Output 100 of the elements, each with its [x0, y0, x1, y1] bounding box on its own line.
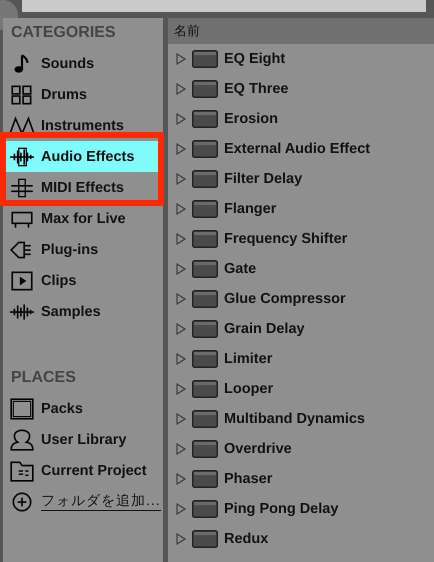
sidebar-item[interactable]: Samples [3, 296, 163, 327]
sidebar-item[interactable]: Drums [3, 79, 163, 110]
item-label: Instruments [41, 118, 124, 134]
device-icon [192, 350, 218, 368]
device-icon [192, 380, 218, 398]
device-icon [192, 440, 218, 458]
expand-icon[interactable] [176, 503, 186, 515]
list-row[interactable]: Ping Pong Delay [168, 494, 434, 524]
section-heading: PLACES [10, 368, 77, 388]
search-field[interactable] [22, 0, 426, 12]
list-row[interactable]: Erosion [168, 104, 434, 134]
folder-icon [9, 460, 35, 482]
item-label: Current Project [41, 462, 147, 478]
device-name: Ping Pong Delay [224, 501, 338, 517]
device-name: Grain Delay [224, 321, 305, 337]
sidebar-item[interactable]: Plug-ins [3, 234, 163, 265]
expand-icon[interactable] [176, 263, 186, 275]
device-icon [192, 80, 218, 98]
device-icon [192, 320, 218, 338]
list-row[interactable]: Overdrive [168, 434, 434, 464]
expand-icon[interactable] [176, 173, 186, 185]
device-icon [192, 530, 218, 548]
device-name: Erosion [224, 111, 278, 127]
expand-icon[interactable] [176, 203, 186, 215]
device-name: Gate [224, 261, 256, 277]
device-icon [192, 410, 218, 428]
device-name: Flanger [224, 201, 276, 217]
device-name: Looper [224, 381, 274, 397]
item-label: Clips [41, 272, 76, 288]
list-row[interactable]: Looper [168, 374, 434, 404]
item-label: Max for Live [41, 210, 126, 226]
section-heading: CATEGORIES [10, 23, 117, 43]
sidebar-item[interactable]: Max for Live [3, 203, 163, 234]
sidebar-item[interactable]: Sounds [3, 48, 163, 79]
item-label: Plug-ins [41, 242, 98, 258]
sidebar-item[interactable]: フォルダを追加... [3, 486, 163, 517]
expand-icon[interactable] [176, 143, 186, 155]
device-icon [192, 290, 218, 308]
list-row[interactable]: EQ Three [168, 74, 434, 104]
expand-icon[interactable] [176, 293, 186, 305]
item-label: Sounds [41, 56, 94, 72]
expand-icon[interactable] [176, 53, 186, 65]
device-name: Frequency Shifter [224, 231, 348, 247]
device-name: Filter Delay [224, 171, 302, 187]
list-row[interactable]: Redux [168, 524, 434, 554]
expand-icon[interactable] [176, 413, 186, 425]
item-label: Drums [41, 86, 87, 102]
device-name: External Audio Effect [224, 141, 370, 157]
expand-icon[interactable] [176, 443, 186, 455]
device-icon [192, 140, 218, 158]
item-label: Samples [41, 304, 101, 320]
midi-effect-icon [9, 176, 35, 198]
item-label: User Library [41, 432, 126, 448]
sidebar-item[interactable]: MIDI Effects [3, 172, 163, 203]
column-header[interactable]: 名前 [168, 18, 434, 44]
device-name: Phaser [224, 471, 272, 487]
item-label: MIDI Effects [41, 180, 124, 196]
list-row[interactable]: External Audio Effect [168, 134, 434, 164]
sidebar-item[interactable]: Packs [3, 393, 163, 424]
device-icon [192, 230, 218, 248]
sidebar-item[interactable]: Instruments [3, 110, 163, 141]
box-icon [9, 398, 35, 420]
list-row[interactable]: Gate [168, 254, 434, 284]
add-folder-link[interactable]: フォルダを追加... [41, 492, 161, 511]
item-label: Packs [41, 400, 83, 416]
expand-icon[interactable] [176, 233, 186, 245]
sidebar-item[interactable]: User Library [3, 424, 163, 455]
device-icon [192, 50, 218, 68]
expand-icon[interactable] [176, 383, 186, 395]
list-row[interactable]: Glue Compressor [168, 284, 434, 314]
sidebar-item[interactable]: Clips [3, 265, 163, 296]
list-row[interactable]: Multiband Dynamics [168, 404, 434, 434]
expand-icon[interactable] [176, 113, 186, 125]
device-icon [192, 200, 218, 218]
device-name: Limiter [224, 351, 272, 367]
device-icon [192, 470, 218, 488]
list-row[interactable]: Frequency Shifter [168, 224, 434, 254]
expand-icon[interactable] [176, 533, 186, 545]
list-row[interactable]: Filter Delay [168, 164, 434, 194]
device-name: EQ Eight [224, 51, 286, 67]
device-icon [192, 170, 218, 188]
play-box-icon [9, 270, 35, 292]
expand-icon[interactable] [176, 323, 186, 335]
device-icon [192, 260, 218, 278]
device-name: Redux [224, 531, 268, 547]
device-name: Overdrive [224, 441, 292, 457]
device-icon [192, 110, 218, 128]
list-row[interactable]: Limiter [168, 344, 434, 374]
device-icon [192, 500, 218, 518]
expand-icon[interactable] [176, 473, 186, 485]
device-name: Multiband Dynamics [224, 411, 365, 427]
expand-icon[interactable] [176, 83, 186, 95]
list-row[interactable]: Grain Delay [168, 314, 434, 344]
list-row[interactable]: Flanger [168, 194, 434, 224]
sidebar-item[interactable]: Current Project [3, 455, 163, 486]
user-icon [9, 428, 35, 450]
list-row[interactable]: Phaser [168, 464, 434, 494]
device-name: Glue Compressor [224, 291, 346, 307]
expand-icon[interactable] [176, 353, 186, 365]
list-row[interactable]: EQ Eight [168, 44, 434, 74]
